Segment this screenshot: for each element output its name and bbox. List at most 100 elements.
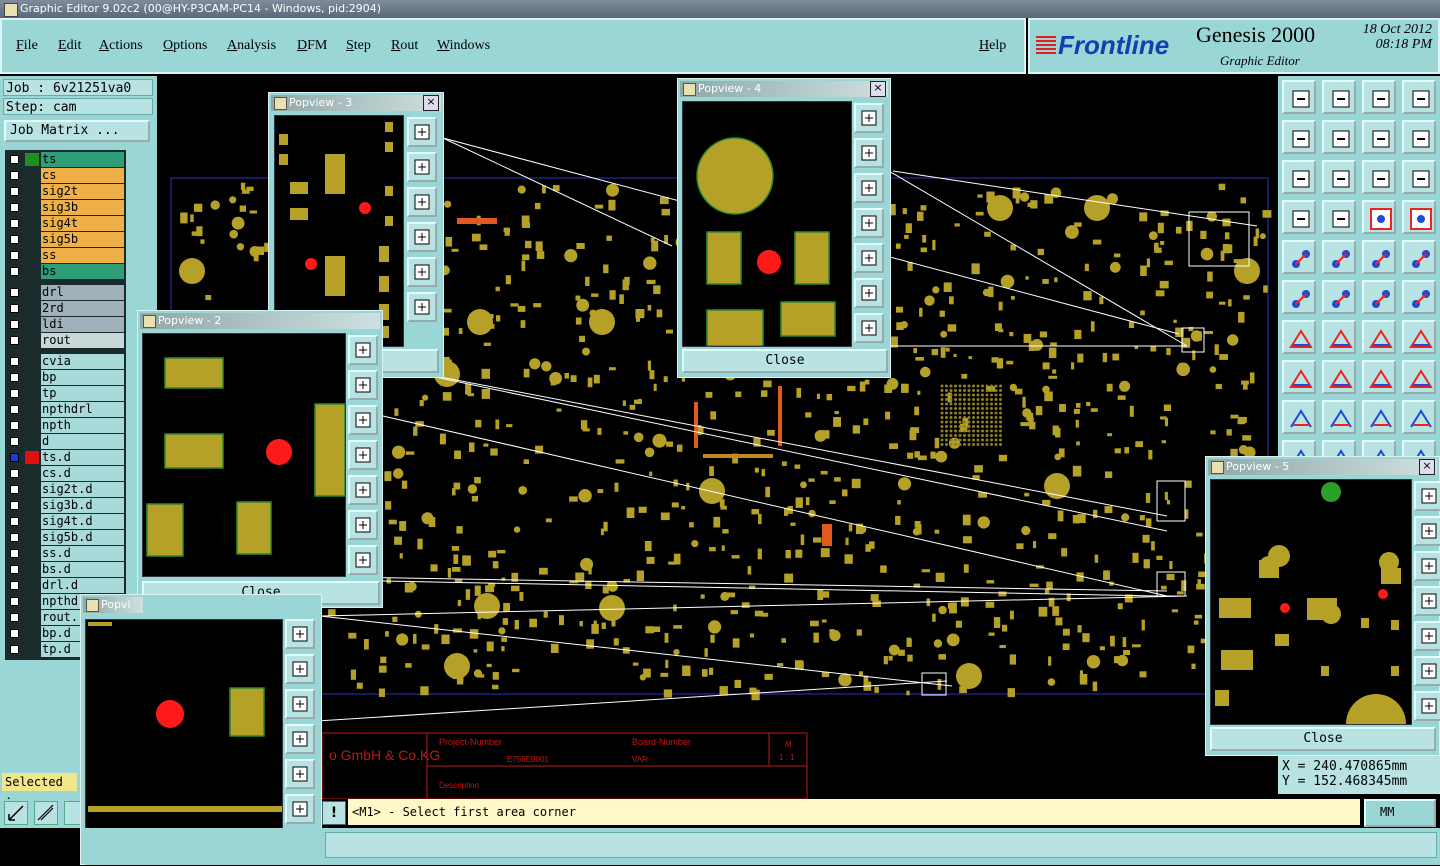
pan-right-icon[interactable] [1322,120,1356,154]
grid-view-icon[interactable] [1402,80,1436,114]
zoom-fit-icon[interactable] [348,335,378,365]
layer-row[interactable]: drl [5,285,126,300]
add-feature-icon[interactable] [1282,240,1316,274]
layer-checkbox[interactable] [10,501,19,510]
layer-checkbox[interactable] [10,565,19,574]
layer-checkbox[interactable] [10,251,19,260]
menu-rout[interactable]: Rout [391,38,418,54]
popview-1-view[interactable] [85,619,283,863]
layer-row[interactable]: bp [5,370,126,385]
layer-row[interactable]: tp [5,386,126,401]
pan-left-icon[interactable] [407,222,437,252]
triangle-1-icon[interactable] [1282,400,1316,434]
layer-checkbox[interactable] [10,469,19,478]
layer-checkbox[interactable] [10,421,19,430]
layer-checkbox[interactable] [10,517,19,526]
layer-checkbox[interactable] [10,485,19,494]
menu-windows[interactable]: Windows [437,38,490,54]
menu-help[interactable]: Help [979,38,1006,54]
dimension-icon[interactable] [1362,360,1396,394]
menu-step[interactable]: Step [346,38,371,54]
layer-row[interactable]: d [5,434,126,449]
layer-row[interactable]: bs [5,264,126,279]
layer-checkbox[interactable] [10,336,19,345]
layer-checkbox[interactable] [10,171,19,180]
measure-line-icon[interactable] [1322,240,1356,274]
pan-right-icon[interactable] [407,257,437,287]
layer-row[interactable]: ts [5,152,126,167]
zoom-fit-icon[interactable] [854,103,884,133]
menu-options[interactable]: Options [163,38,207,54]
menu-file[interactable]: File [16,38,38,54]
layer-checkbox[interactable] [10,155,19,164]
pan-right-icon[interactable] [285,759,315,789]
layer-row[interactable]: cs [5,168,126,183]
layer-checkbox[interactable] [10,320,19,329]
layer-checkbox[interactable] [10,389,19,398]
zoom-extents-icon[interactable] [1282,160,1316,194]
layer-checkbox[interactable] [10,437,19,446]
layer-row[interactable]: drl.d [5,578,126,593]
alert-button[interactable]: ! [322,801,346,825]
layer-row[interactable]: sig3b [5,200,126,215]
layer-row[interactable]: sig2t [5,184,126,199]
layer-row[interactable]: ts.d [5,450,126,465]
pan-left-icon[interactable] [1414,586,1440,616]
delete-node-icon[interactable] [1322,280,1356,314]
layer-checkbox[interactable] [10,235,19,244]
pad-icon[interactable] [1282,360,1316,394]
zoom-in-icon[interactable] [407,152,437,182]
arc-icon[interactable] [1362,320,1396,354]
layer-checkbox[interactable] [10,453,19,462]
help-query-icon[interactable] [1402,160,1436,194]
zoom-fit-icon[interactable] [285,619,315,649]
layer-checkbox[interactable] [10,267,19,276]
menu-dfm[interactable]: DFM [297,38,327,54]
menu-analysis[interactable]: Analysis [227,38,276,54]
layer-row[interactable]: sig5b.d [5,530,126,545]
wire-icon[interactable] [1322,360,1356,394]
zoom-in-icon[interactable] [348,370,378,400]
layer-checkbox[interactable] [10,219,19,228]
zoom-fit-icon[interactable] [1414,481,1440,511]
layer-row[interactable]: sig5b [5,232,126,247]
page-up-icon[interactable] [1282,80,1316,114]
layer-checkbox[interactable] [10,629,19,638]
layer-red-icon[interactable] [1362,200,1396,234]
tools-icon[interactable] [1282,200,1316,234]
layer-checkbox[interactable] [10,549,19,558]
layer-checkbox[interactable] [10,187,19,196]
pan-left-icon[interactable] [1282,120,1316,154]
zoom-out-icon[interactable] [1414,551,1440,581]
layer-row[interactable]: cs.d [5,466,126,481]
zoom-out-icon[interactable] [285,689,315,719]
center-icon[interactable] [348,545,378,575]
layer-row[interactable]: npthdrl [5,402,126,417]
popview-5-close-button[interactable]: Close [1210,727,1436,751]
pan-left-icon[interactable] [285,724,315,754]
draw-line-icon[interactable] [1322,320,1356,354]
zoom-in-icon[interactable] [285,654,315,684]
layer-row[interactable]: rout [5,333,126,348]
pan-right-icon[interactable] [348,475,378,505]
menu-actions[interactable]: Actions [99,38,143,54]
layer-row[interactable]: sig3b.d [5,498,126,513]
zoom-out-icon[interactable] [407,187,437,217]
menu-edit[interactable]: Edit [58,38,81,54]
job-matrix-button[interactable]: Job Matrix ... [4,120,150,142]
center-icon[interactable] [854,313,884,343]
zoom-out-icon[interactable] [348,405,378,435]
layer-checkbox[interactable] [10,613,19,622]
zoom-center-icon[interactable] [1322,160,1356,194]
layer-row[interactable]: bs.d [5,562,126,577]
layer-row[interactable]: sig4t.d [5,514,126,529]
layer-row[interactable]: sig4t [5,216,126,231]
connect-nodes-icon[interactable] [1282,280,1316,314]
pan-right-icon[interactable] [854,243,884,273]
center-icon[interactable] [1414,691,1440,721]
zoom-in-icon[interactable] [854,138,884,168]
scale-1-2-icon[interactable] [1362,160,1396,194]
select-icon[interactable] [1402,240,1436,274]
move-node-icon[interactable] [1362,280,1396,314]
zoom-home-icon[interactable] [854,278,884,308]
